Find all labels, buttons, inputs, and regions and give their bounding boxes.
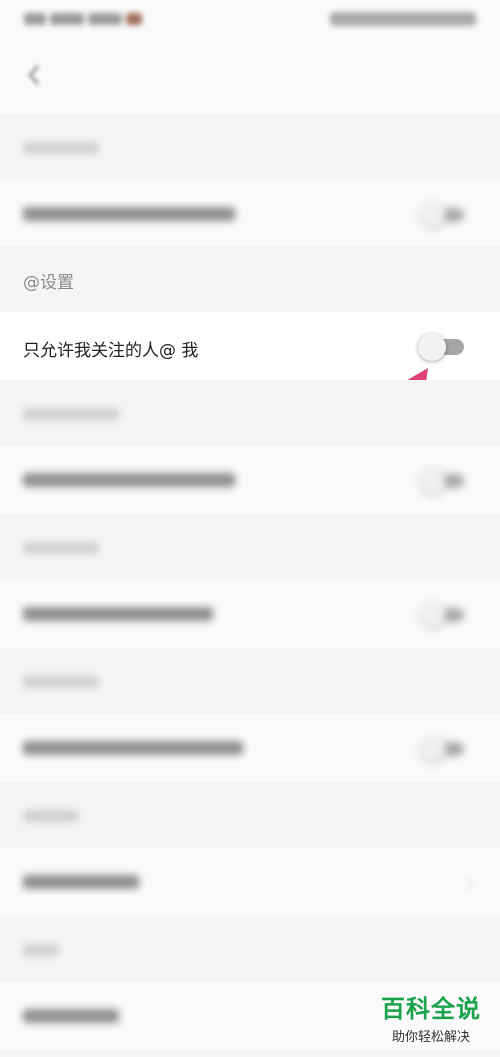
mention-toggle-switch[interactable] (418, 333, 464, 361)
toggle-switch[interactable] (420, 468, 464, 494)
item-label: 只允许我关注的人@ 我 (23, 341, 199, 361)
list-item[interactable] (0, 180, 500, 248)
section-label (0, 916, 500, 982)
toggle-knob (418, 333, 446, 361)
chevron-right-icon: › (467, 874, 474, 893)
header (0, 38, 500, 114)
watermark-title: 百科全说 (381, 995, 481, 1023)
list-item[interactable] (0, 580, 500, 648)
toggle-switch[interactable] (420, 202, 464, 228)
toggle-switch[interactable] (420, 736, 464, 762)
status-bar (0, 0, 500, 38)
watermark-logo: 百科全说 助你轻松解决 (376, 989, 486, 1045)
list-item[interactable] (0, 714, 500, 782)
section-label (0, 514, 500, 580)
section-label (0, 380, 500, 446)
section-label (0, 114, 500, 180)
status-bar-left (24, 8, 162, 30)
toggle-switch[interactable] (420, 602, 464, 628)
list-item[interactable]: › (0, 848, 500, 916)
section-label (0, 648, 500, 714)
section-label-at-settings: @设置 (0, 246, 500, 312)
section-label-text: @设置 (23, 273, 74, 293)
status-bar-right (330, 12, 476, 26)
list-item[interactable] (0, 446, 500, 514)
page-title (0, 62, 500, 84)
watermark-subtitle: 助你轻松解决 (391, 1030, 470, 1045)
section-label (0, 782, 500, 848)
